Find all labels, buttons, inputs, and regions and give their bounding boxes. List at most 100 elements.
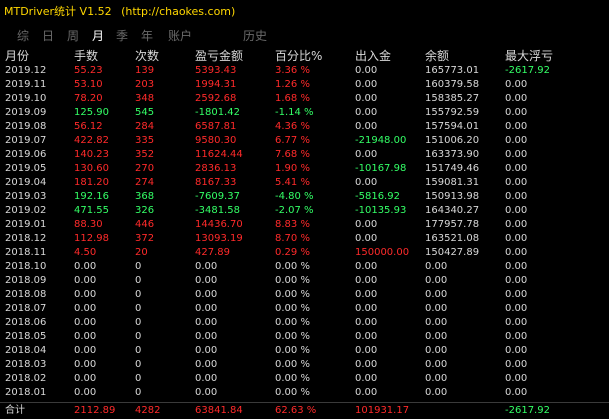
cell-balance: 0.00 [425, 275, 448, 286]
cell-month: 2019.09 [5, 107, 47, 118]
tab-quarter[interactable]: 季 [116, 26, 128, 46]
cell-max-drawdown: 0.00 [505, 331, 528, 342]
cell-max-drawdown: 0.00 [505, 205, 528, 216]
tab-overview[interactable]: 综 [17, 26, 29, 46]
table-row[interactable]: 2018.03 0.00 0 0.00 0.00 % 0.00 0.00 0.00 [0, 358, 609, 372]
cell-deposit: 0.00 [355, 93, 378, 104]
cell-deposit: 0.00 [355, 345, 378, 356]
totals-row: 合计 2112.89 4282 63841.84 62.63 % 101931.… [0, 402, 609, 419]
cell-lots: 0.00 [74, 373, 97, 384]
table-row[interactable]: 2019.07 422.82 335 9580.30 6.77 % -21948.00 15… [0, 134, 609, 148]
cell-profit: -3481.58 [195, 205, 240, 216]
table-row[interactable]: 2018.11 4.50 20 427.89 0.29 % 150000.00 150427… [0, 246, 609, 260]
cell-trades: 446 [135, 219, 155, 230]
cell-deposit: 0.00 [355, 373, 378, 384]
cell-month: 2019.11 [5, 79, 47, 90]
cell-balance: 177957.78 [425, 219, 480, 230]
cell-month: 2018.03 [5, 359, 47, 370]
col-header-percent[interactable]: 百分比% [275, 47, 322, 65]
cell-balance: 164340.27 [425, 205, 480, 216]
cell-deposit: -10135.93 [355, 205, 407, 216]
period-tabs: 综 日 周 月 季 年 账户 历史 [0, 26, 609, 46]
table-row[interactable]: 2018.06 0.00 0 0.00 0.00 % 0.00 0.00 0.00 [0, 316, 609, 330]
cell-month: 2018.11 [5, 247, 47, 258]
tab-year[interactable]: 年 [141, 26, 153, 46]
cell-profit: 11624.44 [195, 149, 243, 160]
tab-month[interactable]: 月 [92, 26, 104, 46]
tab-week[interactable]: 周 [67, 26, 79, 46]
table-row[interactable]: 2019.01 88.30 446 14436.70 8.83 % 0.00 177957.… [0, 218, 609, 232]
cell-profit: 0.00 [195, 289, 218, 300]
cell-month: 2019.01 [5, 219, 47, 230]
cell-lots: 0.00 [74, 261, 97, 272]
cell-profit: 0.00 [195, 303, 218, 314]
cell-max-drawdown: 0.00 [505, 303, 528, 314]
cell-deposit: 0.00 [355, 107, 378, 118]
cell-deposit: 0.00 [355, 149, 378, 160]
table-row[interactable]: 2019.10 78.20 348 2592.68 1.68 % 0.00 158385.2… [0, 92, 609, 106]
col-header-balance[interactable]: 余额 [425, 47, 449, 65]
cell-deposit: 0.00 [355, 79, 378, 90]
col-header-month[interactable]: 月份 [5, 47, 29, 65]
cell-max-drawdown: 0.00 [505, 135, 528, 146]
cell-month: 2019.06 [5, 149, 47, 160]
table-row[interactable]: 2019.02 471.55 326 -3481.58 -2.07 % -10135.93… [0, 204, 609, 218]
col-header-max-drawdown[interactable]: 最大浮亏 [505, 47, 553, 65]
cell-deposit: 0.00 [355, 359, 378, 370]
col-header-deposit[interactable]: 出入金 [355, 47, 391, 65]
table-row[interactable]: 2018.07 0.00 0 0.00 0.00 % 0.00 0.00 0.00 [0, 302, 609, 316]
cell-deposit: 0.00 [355, 233, 378, 244]
cell-max-drawdown: 0.00 [505, 289, 528, 300]
cell-profit: 0.00 [195, 275, 218, 286]
cell-deposit: 0.00 [355, 387, 378, 398]
cell-percent: 0.00 % [275, 317, 310, 328]
cell-balance: 150913.98 [425, 191, 480, 202]
table-row[interactable]: 2019.05 130.60 270 2836.13 1.90 % -10167.98 15… [0, 162, 609, 176]
tab-history[interactable]: 历史 [243, 26, 267, 46]
cell-lots: 181.20 [74, 177, 109, 188]
tab-day[interactable]: 日 [42, 26, 54, 46]
cell-month: 2019.03 [5, 191, 47, 202]
cell-lots: 0.00 [74, 317, 97, 328]
cell-deposit: 0.00 [355, 289, 378, 300]
cell-month: 2019.12 [5, 65, 47, 76]
cell-lots: 53.10 [74, 79, 103, 90]
table-row[interactable]: 2018.12 112.98 372 13093.19 8.70 % 0.00 163521… [0, 232, 609, 246]
cell-lots: 55.23 [74, 65, 103, 76]
table-row[interactable]: 2018.09 0.00 0 0.00 0.00 % 0.00 0.00 0.00 [0, 274, 609, 288]
cell-max-drawdown: 0.00 [505, 275, 528, 286]
col-header-profit[interactable]: 盈亏金额 [195, 47, 243, 65]
table-row[interactable]: 2018.08 0.00 0 0.00 0.00 % 0.00 0.00 0.00 [0, 288, 609, 302]
cell-percent: -2.07 % [275, 205, 314, 216]
col-header-lots[interactable]: 手数 [74, 47, 98, 65]
cell-percent: -4.80 % [275, 191, 314, 202]
cell-trades: 326 [135, 205, 155, 216]
table-row[interactable]: 2019.03 192.16 368 -7609.37 -4.80 % -5816.92 1… [0, 190, 609, 204]
cell-lots: 192.16 [74, 191, 109, 202]
tab-account[interactable]: 账户 [168, 26, 192, 46]
table-row[interactable]: 2018.04 0.00 0 0.00 0.00 % 0.00 0.00 0.00 [0, 344, 609, 358]
table-row[interactable]: 2018.10 0.00 0 0.00 0.00 % 0.00 0.00 0.00 [0, 260, 609, 274]
cell-deposit: 0.00 [355, 261, 378, 272]
table-row[interactable]: 2019.12 55.23 139 5393.43 3.36 % 0.00 165773.0… [0, 64, 609, 78]
cell-profit: 1994.31 [195, 79, 237, 90]
table-row[interactable]: 2018.02 0.00 0 0.00 0.00 % 0.00 0.00 0.00 [0, 372, 609, 386]
table-row[interactable]: 2018.01 0.00 0 0.00 0.00 % 0.00 0.00 0.00 [0, 386, 609, 400]
table-row[interactable]: 2018.05 0.00 0 0.00 0.00 % 0.00 0.00 0.00 [0, 330, 609, 344]
cell-lots: 125.90 [74, 107, 109, 118]
table-row[interactable]: 2019.06 140.23 352 11624.44 7.68 % 0.00 163373… [0, 148, 609, 162]
table-row[interactable]: 2019.08 56.12 284 6587.81 4.36 % 0.00 157594.0… [0, 120, 609, 134]
cell-trades: 139 [135, 65, 155, 76]
table-row[interactable]: 2019.11 53.10 203 1994.31 1.26 % 0.00 160379.5… [0, 78, 609, 92]
table-row[interactable]: 2019.09 125.90 545 -1801.42 -1.14 % 0.00 15579… [0, 106, 609, 120]
table-row[interactable]: 2019.04 181.20 274 8167.33 5.41 % 0.00 159081.… [0, 176, 609, 190]
cell-max-drawdown: 0.00 [505, 233, 528, 244]
cell-profit: 0.00 [195, 345, 218, 356]
cell-balance: 0.00 [425, 261, 448, 272]
cell-trades: 0 [135, 289, 142, 300]
cell-month: 2018.02 [5, 373, 47, 384]
cell-percent: 7.68 % [275, 149, 310, 160]
cell-deposit: 0.00 [355, 275, 378, 286]
total-trades: 4282 [135, 405, 161, 416]
col-header-trades[interactable]: 次数 [135, 47, 159, 65]
